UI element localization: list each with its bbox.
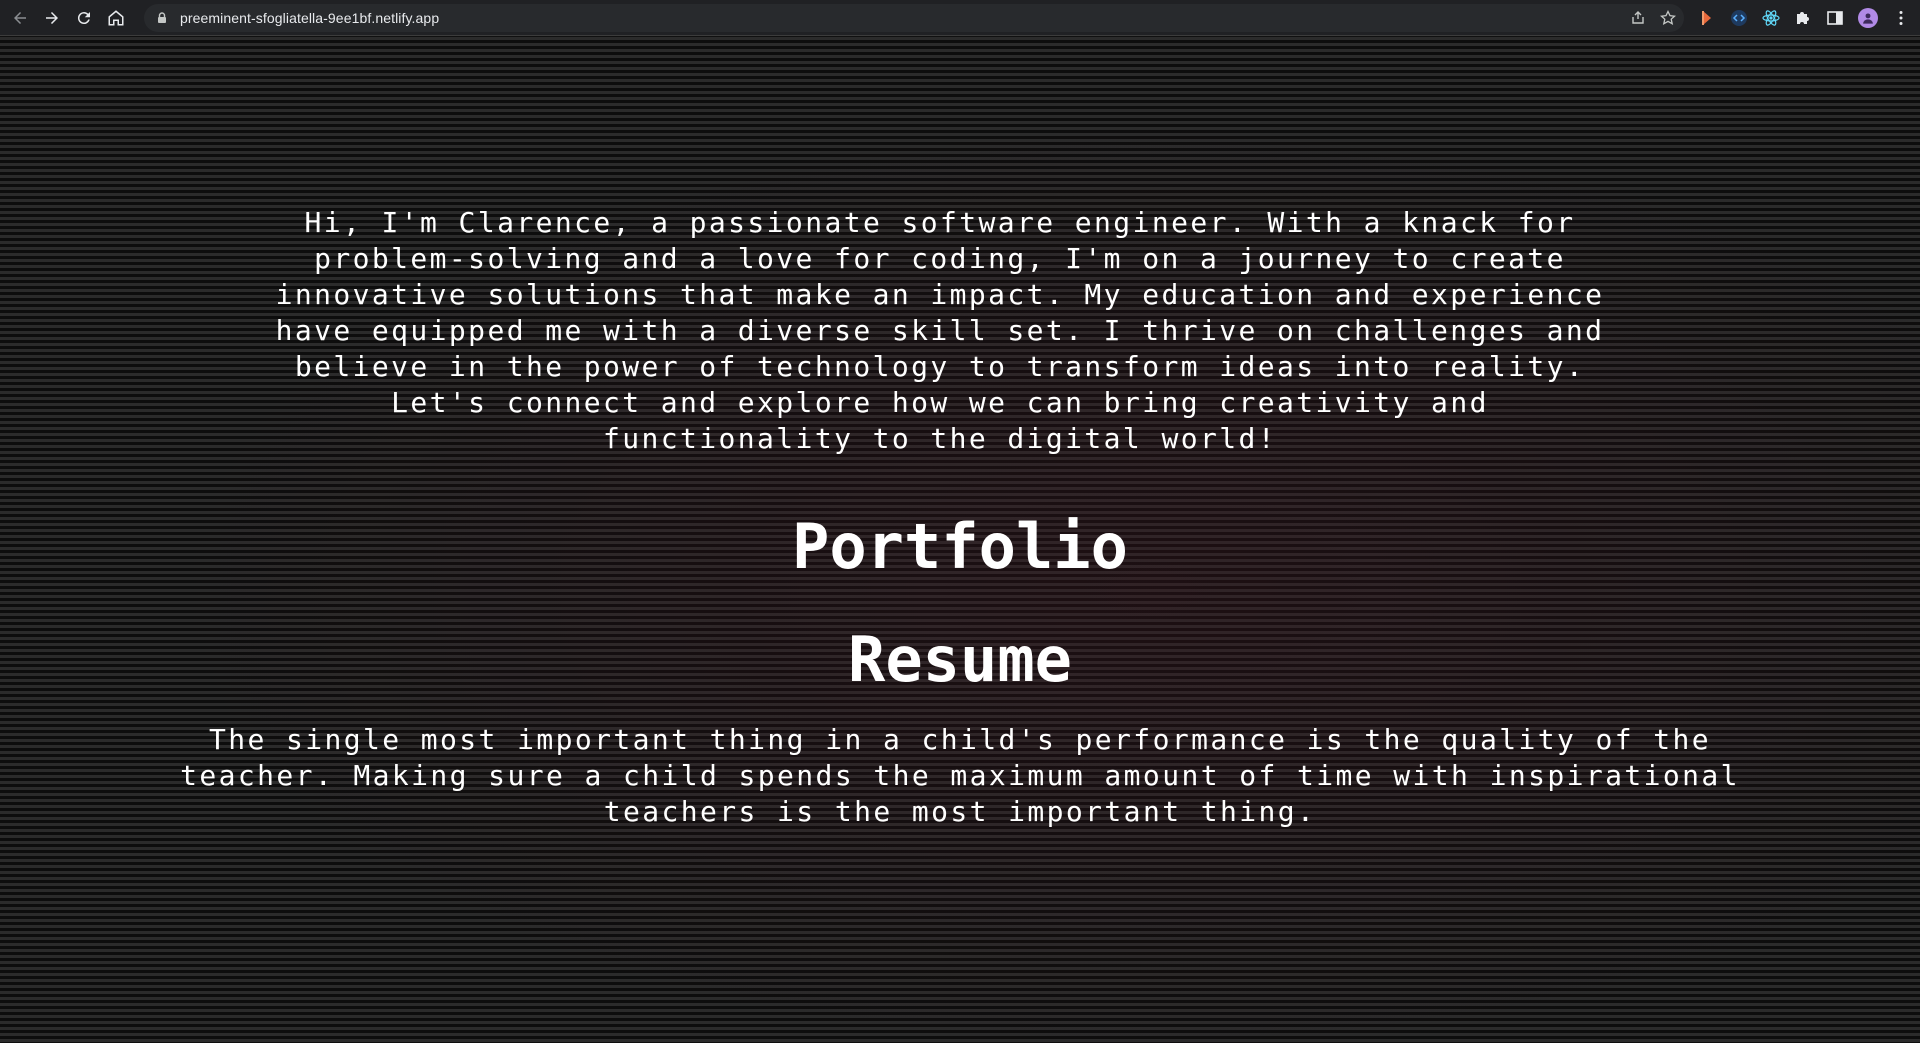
lock-icon: [158, 12, 166, 23]
bookmark-star-icon[interactable]: [1660, 10, 1676, 26]
portfolio-heading: Portfolio: [792, 510, 1128, 583]
puzzle-icon[interactable]: [1794, 9, 1812, 27]
profile-avatar-icon[interactable]: [1858, 8, 1878, 28]
quote-paragraph: The single most important thing in a chi…: [180, 723, 1740, 828]
resume-heading: Resume: [848, 623, 1072, 696]
extension-flag-icon[interactable]: [1698, 9, 1716, 27]
intro-paragraph: Hi, I'm Clarence, a passionate software …: [275, 206, 1605, 455]
menu-kebab-icon[interactable]: [1892, 9, 1910, 27]
home-icon[interactable]: [100, 0, 132, 36]
share-icon[interactable]: [1630, 10, 1646, 26]
extension-code-icon[interactable]: [1730, 9, 1748, 27]
browser-toolbar: preeminent-sfogliatella-9ee1bf.netlify.a…: [0, 0, 1920, 36]
react-devtools-icon[interactable]: [1762, 9, 1780, 27]
back-arrow-icon[interactable]: [4, 0, 36, 36]
sidepanel-icon[interactable]: [1826, 9, 1844, 27]
page-viewport: Hi, I'm Clarence, a passionate software …: [0, 37, 1920, 1043]
address-bar[interactable]: preeminent-sfogliatella-9ee1bf.netlify.a…: [144, 4, 1684, 32]
forward-arrow-icon[interactable]: [36, 0, 68, 36]
url-text: preeminent-sfogliatella-9ee1bf.netlify.a…: [180, 10, 440, 26]
reload-icon[interactable]: [68, 0, 100, 36]
